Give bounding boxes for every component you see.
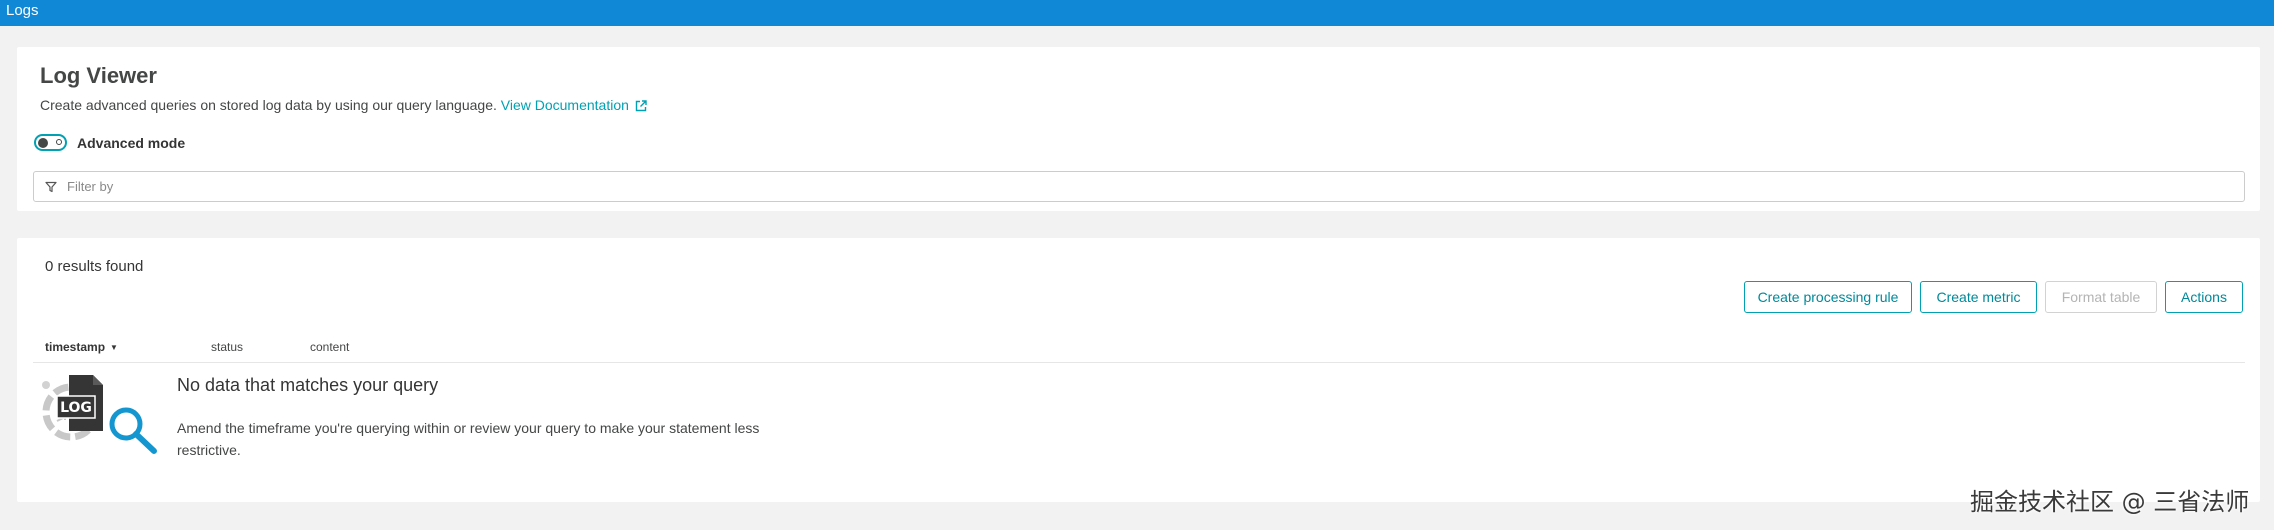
view-documentation-link[interactable]: View Documentation: [501, 97, 647, 113]
top-bar: Logs: [0, 0, 2274, 26]
results-count: 0 results found: [45, 258, 144, 275]
toggle-off-indicator: [56, 139, 62, 145]
header-divider: [33, 362, 2245, 363]
column-header-timestamp[interactable]: timestamp ▼: [45, 340, 118, 354]
column-header-content[interactable]: content: [310, 340, 349, 354]
illustration-log-text: LOG: [60, 400, 92, 416]
column-header-status[interactable]: status: [211, 340, 243, 354]
page-title: Log Viewer: [40, 63, 157, 88]
sort-desc-icon: ▼: [110, 343, 118, 352]
toggle-knob: [38, 138, 48, 148]
page-description: Create advanced queries on stored log da…: [40, 97, 647, 115]
empty-state-description: Amend the timeframe you're querying with…: [177, 420, 760, 458]
format-table-button: Format table: [2045, 281, 2157, 313]
advanced-mode-toggle[interactable]: [34, 134, 67, 151]
results-panel: 0 results found Create processing rule C…: [17, 238, 2260, 502]
watermark: 掘金技术社区 @ 三省法师: [1970, 488, 2250, 516]
advanced-mode-row: Advanced mode: [34, 134, 185, 151]
advanced-mode-label: Advanced mode: [77, 134, 186, 151]
description-text: Create advanced queries on stored log da…: [40, 97, 497, 113]
log-viewer-panel: Log Viewer Create advanced queries on st…: [17, 47, 2260, 211]
filter-icon: [45, 181, 57, 193]
filter-bar[interactable]: [33, 171, 2245, 202]
log-search-icon: LOG: [39, 371, 163, 464]
create-processing-rule-button[interactable]: Create processing rule: [1744, 281, 1912, 313]
filter-input[interactable]: [65, 178, 2219, 195]
top-bar-title: Logs: [6, 2, 39, 19]
external-link-icon: [635, 99, 647, 115]
create-metric-button[interactable]: Create metric: [1920, 281, 2037, 313]
empty-state-title: No data that matches your query: [177, 375, 439, 395]
actions-button[interactable]: Actions: [2165, 281, 2243, 313]
